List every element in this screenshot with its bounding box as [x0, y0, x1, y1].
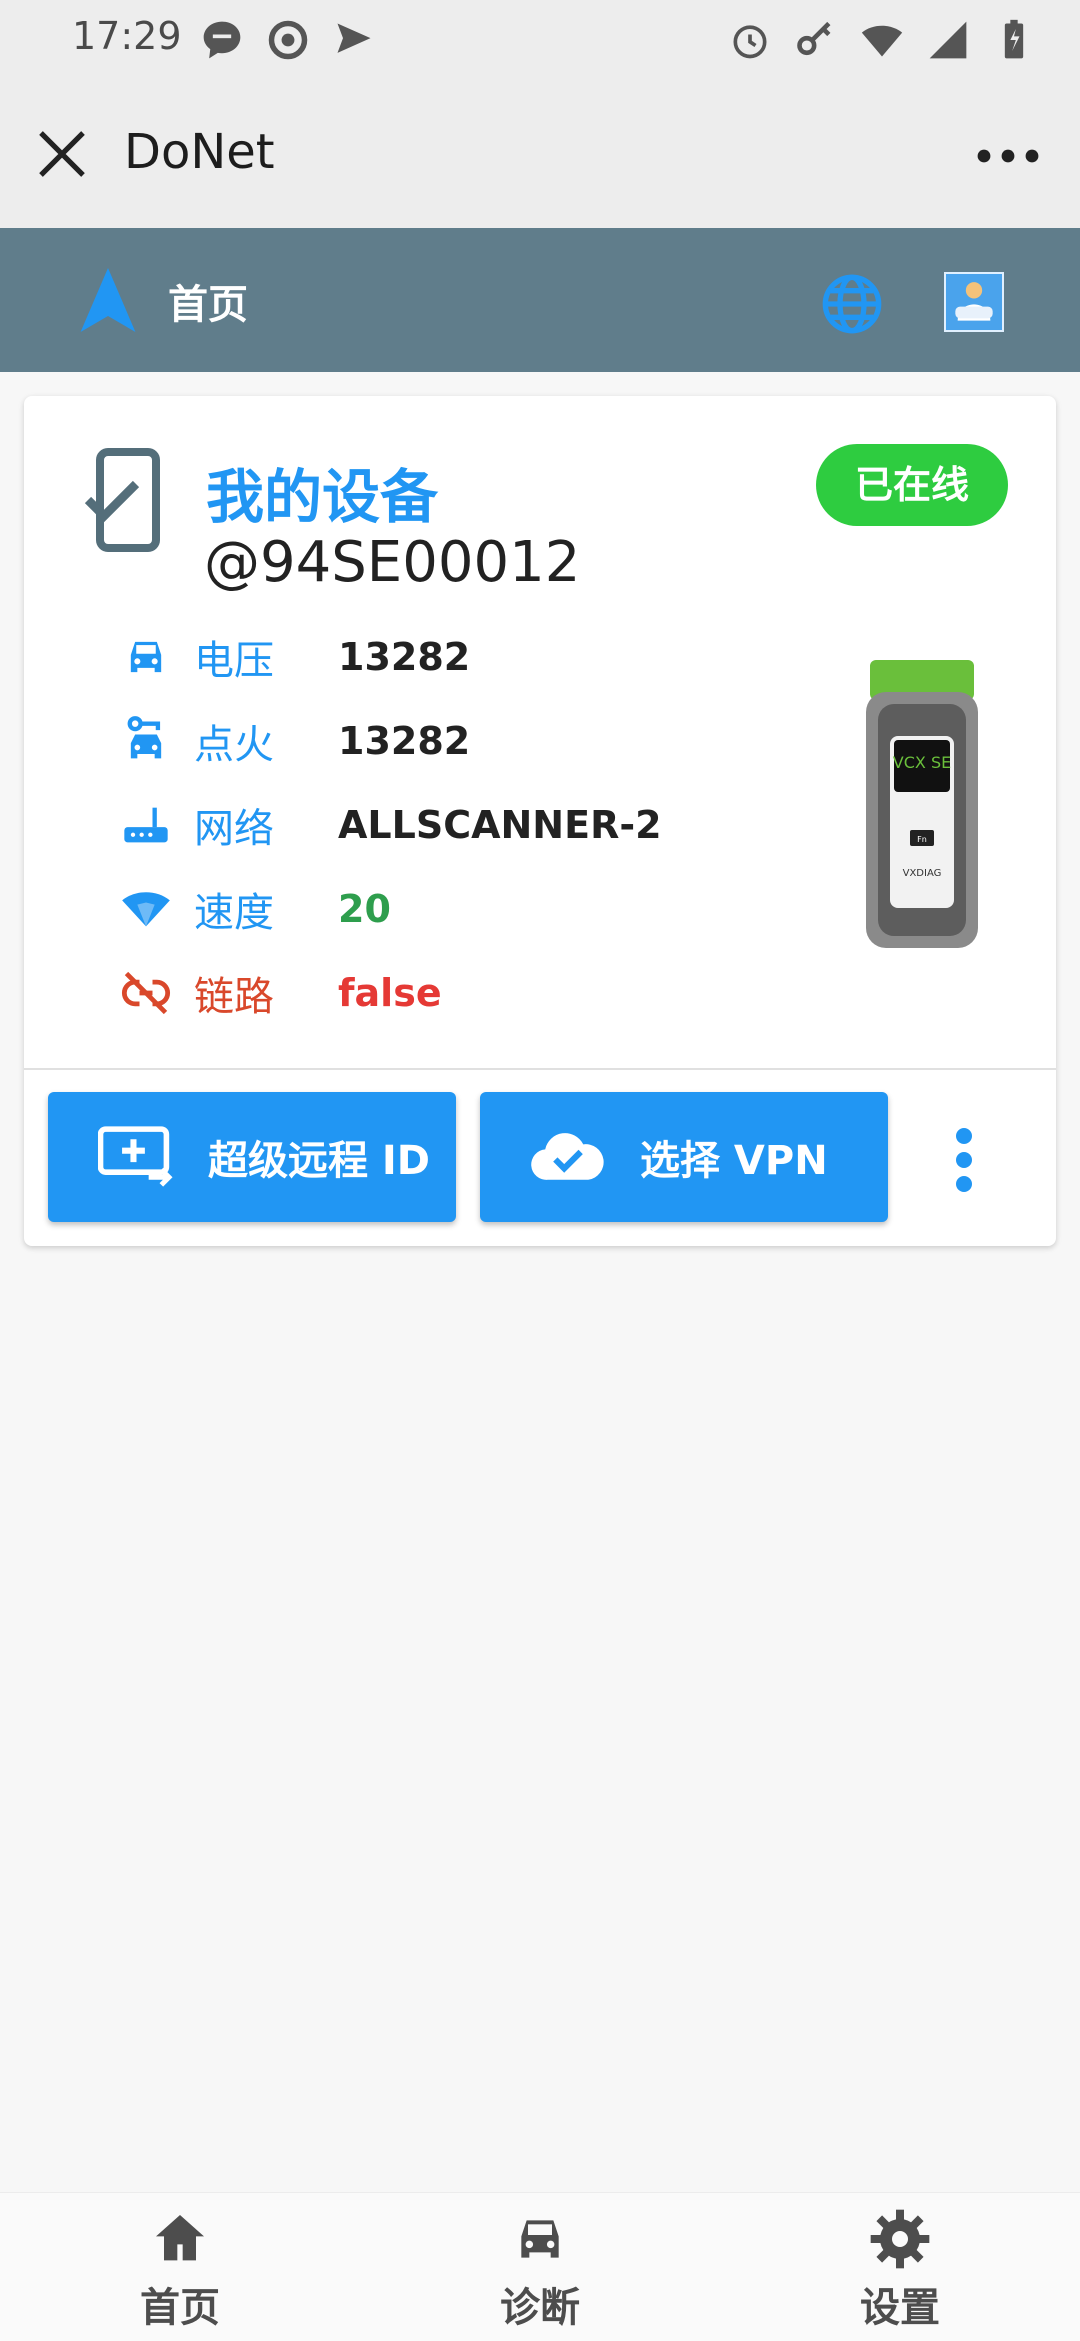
voltage-value: 13282 — [338, 635, 471, 679]
car-icon — [521, 2220, 559, 2258]
alarm-icon — [733, 25, 767, 59]
speed-row: 速度 20 — [120, 874, 391, 944]
navigation-arrow-icon — [80, 268, 136, 332]
message-icon — [203, 21, 241, 59]
product-brand: VXDIAG — [903, 868, 942, 879]
page-header: 首页 — [0, 228, 1080, 372]
vpn-label: 选择 VPN — [640, 1138, 828, 1184]
status-time: 17:29 — [72, 14, 182, 58]
at-sign-icon — [268, 20, 308, 60]
select-vpn-button[interactable]: 选择 VPN — [480, 1092, 888, 1222]
device-title: 我的设备 — [206, 463, 439, 531]
app-title: DoNet — [124, 124, 275, 180]
product-key-label: Fn — [917, 835, 927, 844]
cell-signal-icon — [929, 21, 967, 59]
remote-id-button[interactable]: 超级远程 ID — [48, 1092, 456, 1222]
link-row: 链路 false — [120, 958, 442, 1028]
tab-settings[interactable]: 设置 — [820, 2207, 980, 2333]
voltage-label: 电压 — [194, 638, 274, 684]
wifi-signal-icon — [861, 25, 903, 57]
device-card: 我的设备 @94SE00012 已在线 电压 13282 点火 13282 网络… — [24, 396, 1056, 1246]
car-icon — [130, 641, 162, 673]
ignition-row: 点火 13282 — [120, 706, 470, 776]
tab-diagnose[interactable]: 诊断 — [460, 2207, 620, 2333]
battery-icon — [1004, 19, 1024, 59]
close-icon[interactable] — [34, 126, 90, 182]
link-label: 链路 — [194, 974, 274, 1020]
vcx-device-image: VCX SE Fn VXDIAG — [866, 660, 978, 948]
status-bar: 17:29 — [0, 0, 1080, 80]
page-title: 首页 — [168, 282, 248, 328]
card-divider — [24, 1068, 1056, 1070]
wifi-icon — [122, 892, 170, 927]
service-avatar-icon — [955, 282, 993, 321]
voltage-row: 电压 13282 — [120, 622, 470, 692]
home-icon — [156, 2215, 204, 2261]
ignition-value: 13282 — [338, 719, 471, 763]
network-value: ALLSCANNER-2 — [338, 803, 662, 847]
network-row: 网络 ALLSCANNER-2 — [120, 790, 662, 860]
tab-diagnose-label: 诊断 — [500, 2285, 580, 2331]
speed-value: 20 — [338, 887, 391, 931]
tab-home[interactable]: 首页 — [100, 2207, 260, 2333]
avatar[interactable] — [944, 272, 1004, 332]
more-vertical-icon[interactable] — [952, 1128, 976, 1192]
product-label: VCX SE — [893, 753, 951, 772]
add-screen-icon — [98, 1126, 173, 1187]
link-off-icon — [122, 971, 170, 1015]
key-icon — [797, 21, 831, 56]
tab-home-label: 首页 — [140, 2285, 220, 2331]
bottom-navigation: 首页 诊断 设置 — [0, 2192, 1080, 2341]
globe-icon[interactable] — [820, 272, 884, 336]
more-options-icon[interactable] — [976, 136, 1040, 176]
status-badge: 已在线 — [816, 444, 1008, 526]
car-key-icon — [127, 716, 162, 759]
device-check-icon — [84, 448, 160, 552]
ignition-label: 点火 — [194, 722, 274, 768]
tab-settings-label: 设置 — [860, 2285, 940, 2331]
link-value: false — [338, 971, 442, 1015]
speed-label: 速度 — [194, 890, 274, 936]
send-icon — [337, 23, 371, 53]
title-bar: DoNet — [0, 80, 1080, 228]
router-icon — [124, 807, 168, 843]
cloud-check-icon — [531, 1133, 604, 1180]
device-id: @94SE00012 — [204, 530, 581, 595]
network-label: 网络 — [194, 806, 274, 852]
gear-icon — [870, 2209, 930, 2269]
remote-id-label: 超级远程 ID — [208, 1138, 431, 1184]
